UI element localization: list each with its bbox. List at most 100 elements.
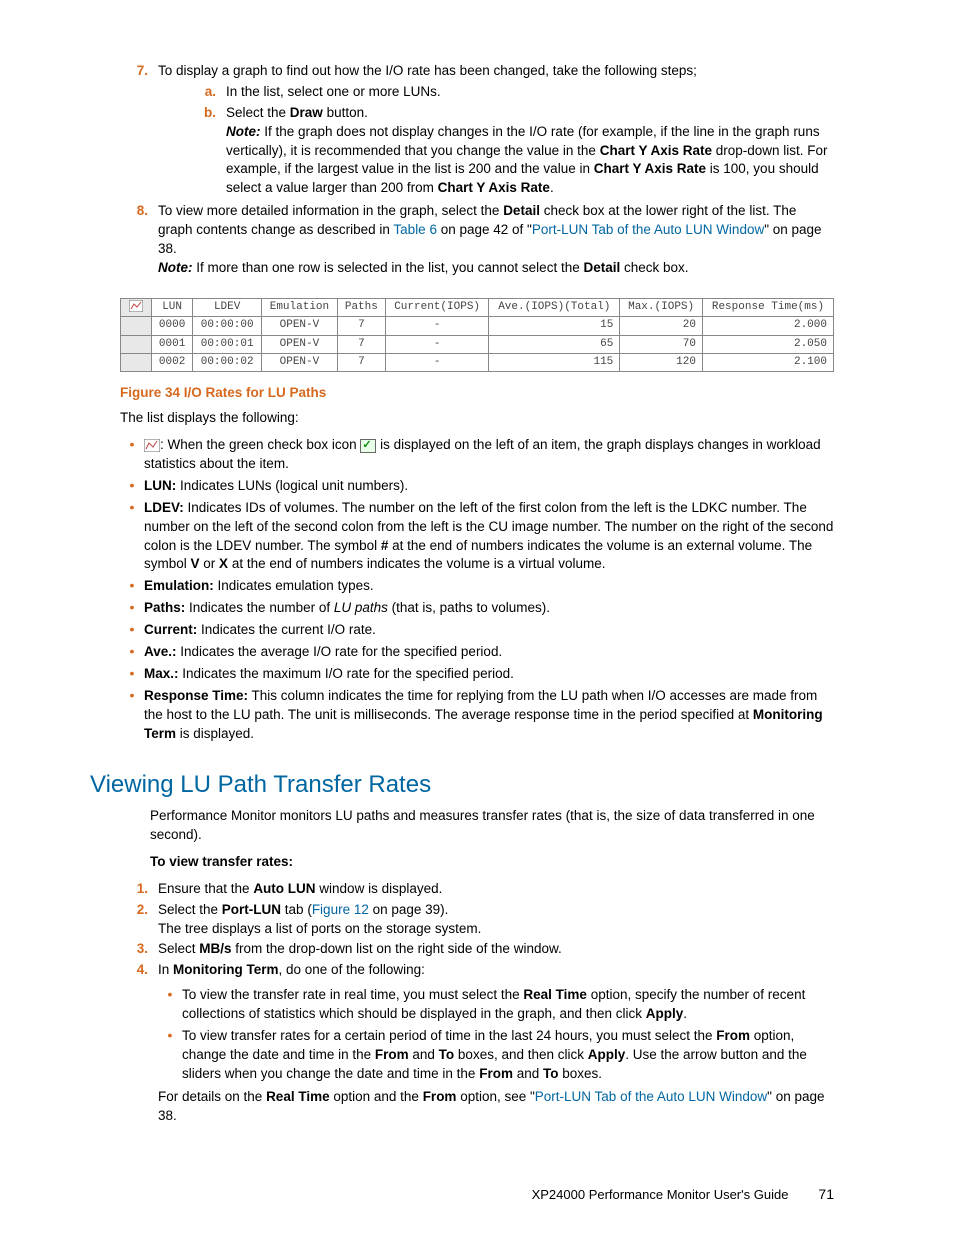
b2f: To	[439, 1047, 455, 1062]
step-7b-note-label: Note:	[226, 124, 261, 139]
table-row: 000000:00:00OPEN-V7-15202.000	[121, 317, 834, 335]
s8-d: on page 42 of "	[437, 222, 532, 237]
step-7-text: To display a graph to find out how the I…	[158, 63, 697, 78]
tr-step-3-body: Select MB/s from the drop-down list on t…	[158, 940, 834, 959]
bullet-dot-icon: •	[120, 436, 144, 474]
table-cell: 65	[489, 335, 620, 353]
step-7b-body: Select the Draw button. Note: If the gra…	[226, 104, 834, 198]
table-cell: 2.000	[702, 317, 833, 335]
checkbox-checked-icon	[360, 439, 376, 453]
tr-s4-b: Monitoring Term	[173, 962, 279, 977]
bullet-dot-icon: •	[120, 577, 144, 596]
step-7b-marker: b.	[188, 104, 226, 198]
te: option, see "	[456, 1089, 534, 1104]
tr-s1-a: Ensure that the	[158, 881, 253, 896]
th-ldev: LDEV	[193, 298, 262, 316]
step-7a-text: In the list, select one or more LUNs.	[226, 83, 834, 102]
tr-s4-a: In	[158, 962, 173, 977]
ta: For details on the	[158, 1089, 266, 1104]
s8-note-b: Detail	[583, 260, 620, 275]
s8-link2[interactable]: Port-LUN Tab of the Auto LUN Window	[532, 222, 764, 237]
tr-step-2-body: Select the Port-LUN tab (Figure 12 on pa…	[158, 901, 834, 939]
step-7b-bold: Draw	[290, 105, 323, 120]
note-7b-b1: Chart Y Axis Rate	[600, 143, 712, 158]
tr-step-4-body: In Monitoring Term, do one of the follow…	[158, 961, 834, 1125]
tr-s3-a: Select	[158, 941, 199, 956]
s8-link1[interactable]: Table 6	[393, 222, 437, 237]
step-8-body: To view more detailed information in the…	[158, 202, 834, 278]
table-cell: 7	[337, 335, 385, 353]
tr-s4-bullet-2: •To view transfer rates for a certain pe…	[158, 1027, 834, 1084]
tr-s4-c: , do one of the following:	[279, 962, 425, 977]
b1b: Real Time	[523, 987, 587, 1002]
tr-s3-c: from the drop-down list on the right sid…	[232, 941, 562, 956]
table-cell: -	[385, 317, 488, 335]
table-cell: 2.050	[702, 335, 833, 353]
bullet-text: Response Time: This column indicates the…	[144, 687, 834, 744]
tr-s4-b2-txt: To view transfer rates for a certain per…	[182, 1027, 834, 1084]
tr-s2-b: Port-LUN	[222, 902, 281, 917]
table-cell: 7	[337, 353, 385, 371]
section2-sub: To view transfer rates:	[150, 853, 834, 872]
table-cell: 120	[620, 353, 703, 371]
chart-icon	[129, 300, 143, 312]
table-cell: 7	[337, 317, 385, 335]
b1a: To view the transfer rate in real time, …	[182, 987, 523, 1002]
bullet-text: Emulation: Indicates emulation types.	[144, 577, 834, 596]
b2e: and	[409, 1047, 439, 1062]
table-cell: 115	[489, 353, 620, 371]
tr-s1-c: window is displayed.	[316, 881, 443, 896]
bullet-dot-icon: •	[120, 499, 144, 575]
tr-s2-link[interactable]: Figure 12	[312, 902, 369, 917]
table-cell: 15	[489, 317, 620, 335]
bullet-dot-icon: •	[120, 477, 144, 496]
table-header-row: LUN LDEV Emulation Paths Current(IOPS) A…	[121, 298, 834, 316]
tr-s3-b: MB/s	[199, 941, 231, 956]
list-intro: The list displays the following:	[120, 409, 834, 428]
tr-s4-b1-txt: To view the transfer rate in real time, …	[182, 986, 834, 1024]
table-cell: 00:00:01	[193, 335, 262, 353]
b2h: Apply	[588, 1047, 626, 1062]
b2a: To view transfer rates for a certain per…	[182, 1028, 716, 1043]
td: From	[423, 1089, 457, 1104]
step-7-body: To display a graph to find out how the I…	[158, 62, 834, 200]
section-heading-transfer-rates: Viewing LU Path Transfer Rates	[90, 768, 834, 802]
footer-title: XP24000 Performance Monitor User's Guide	[532, 1186, 789, 1204]
tr-s4-tail-link[interactable]: Port-LUN Tab of the Auto LUN Window	[535, 1089, 767, 1104]
bullet-text: : When the green check box icon is displ…	[144, 436, 834, 474]
tr-step-2-marker: 2.	[120, 901, 158, 939]
list-item: •Ave.: Indicates the average I/O rate fo…	[120, 643, 834, 662]
list-item: •Current: Indicates the current I/O rate…	[120, 621, 834, 640]
step-7b-post: button.	[323, 105, 368, 120]
table-body: 000000:00:00OPEN-V7-15202.000000100:00:0…	[121, 317, 834, 372]
note-7b-4: .	[550, 180, 554, 195]
list-item: •LUN: Indicates LUNs (logical unit numbe…	[120, 477, 834, 496]
table-cell: OPEN-V	[262, 317, 338, 335]
tr-s4-bullet-1: •To view the transfer rate in real time,…	[158, 986, 834, 1024]
tr-step-2: 2. Select the Port-LUN tab (Figure 12 on…	[120, 901, 834, 939]
table-cell: 20	[620, 317, 703, 335]
note-7b-b3: Chart Y Axis Rate	[438, 180, 550, 195]
b2j: From	[479, 1066, 513, 1081]
bullet-dot-icon: •	[120, 621, 144, 640]
figure-34-caption: Figure 34 I/O Rates for LU Paths	[120, 384, 834, 403]
b2l: To	[543, 1066, 559, 1081]
header-icon-cell	[121, 298, 152, 316]
table-cell: -	[385, 335, 488, 353]
th-paths: Paths	[337, 298, 385, 316]
section2-intro: Performance Monitor monitors LU paths an…	[150, 807, 834, 845]
table-cell: 70	[620, 335, 703, 353]
tr-s4-tail: For details on the Real Time option and …	[158, 1088, 834, 1126]
tr-step-3: 3. Select MB/s from the drop-down list o…	[120, 940, 834, 959]
tr-step-4: 4. In Monitoring Term, do one of the fol…	[120, 961, 834, 1125]
chart-icon	[144, 439, 160, 452]
s8-a: To view more detailed information in the…	[158, 203, 503, 218]
th-response: Response Time(ms)	[702, 298, 833, 316]
list-item: •: When the green check box icon is disp…	[120, 436, 834, 474]
s8-note-c: check box.	[620, 260, 688, 275]
bullet-text: Paths: Indicates the number of LU paths …	[144, 599, 834, 618]
step-7b: b. Select the Draw button. Note: If the …	[188, 104, 834, 198]
s8-note-label: Note:	[158, 260, 193, 275]
table-cell: 00:00:02	[193, 353, 262, 371]
b2m: boxes.	[558, 1066, 602, 1081]
